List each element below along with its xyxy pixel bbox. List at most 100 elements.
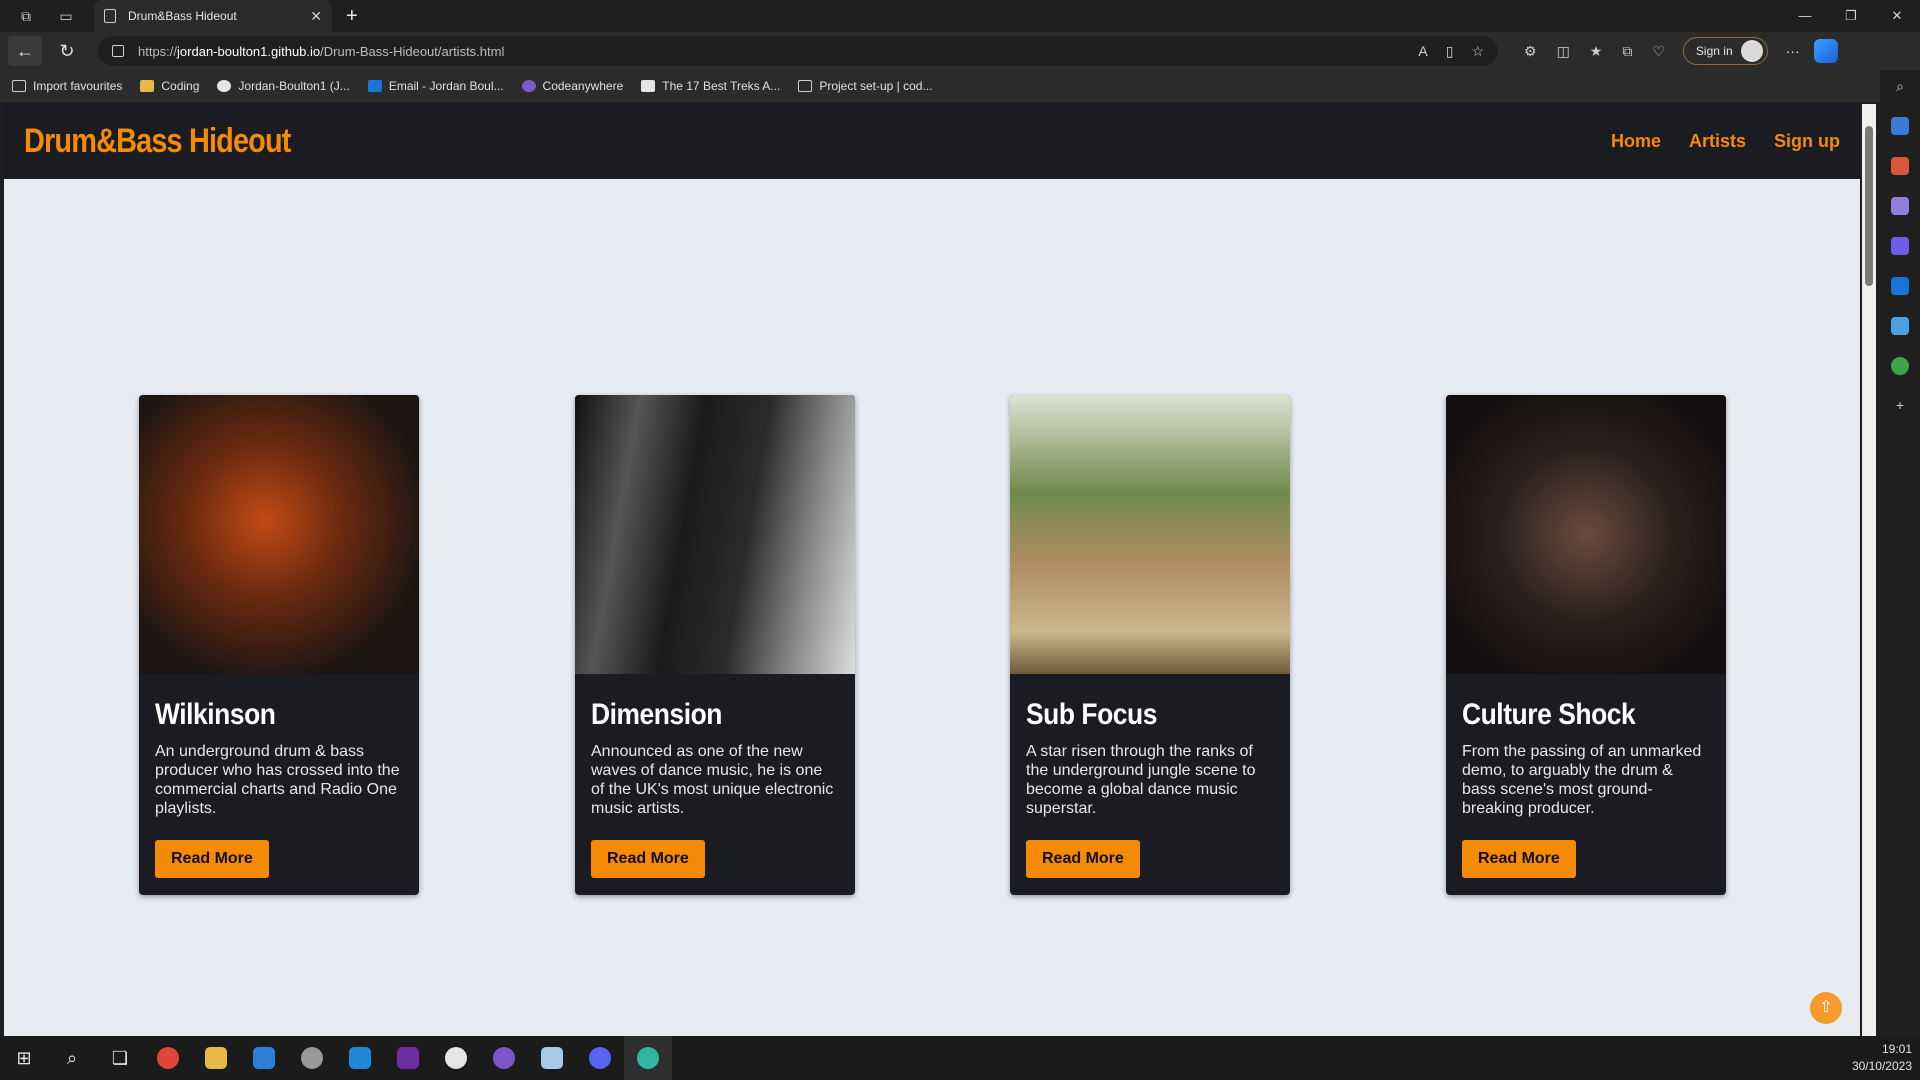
read-more-button[interactable]: Read More xyxy=(1462,840,1576,878)
artist-photo xyxy=(139,395,419,674)
close-tab-icon[interactable]: ✕ xyxy=(310,8,322,25)
site-nav: Home Artists Sign up xyxy=(1611,131,1840,152)
collections-icon[interactable]: ⧉ xyxy=(1622,43,1632,60)
bookmark-item[interactable]: Email - Jordan Boul... xyxy=(367,79,504,93)
nzxt-icon[interactable] xyxy=(384,1036,432,1080)
tab-actions-icon[interactable]: ▭ xyxy=(52,2,80,30)
task-view-icon[interactable]: ❏ xyxy=(96,1036,144,1080)
minimize-icon[interactable]: — xyxy=(1782,8,1828,24)
browser-tab-active[interactable]: Drum&Bass Hideout ✕ xyxy=(94,0,332,32)
read-more-button[interactable]: Read More xyxy=(591,840,705,878)
doc-icon xyxy=(798,80,813,92)
bookmark-item[interactable]: Coding xyxy=(140,79,199,93)
extensions-icon[interactable]: ⚙ xyxy=(1524,43,1537,60)
artist-name: Dimension xyxy=(591,698,722,731)
tab-title: Drum&Bass Hideout xyxy=(128,9,237,23)
bookmark-item[interactable]: Jordan-Boulton1 (J... xyxy=(217,79,350,93)
page-icon xyxy=(641,80,656,92)
folder-app-shape xyxy=(205,1047,227,1069)
nav-link-home[interactable]: Home xyxy=(1611,131,1661,152)
github-icon xyxy=(217,80,232,92)
scrollbar-thumb[interactable] xyxy=(1865,126,1873,286)
bookmarks-bar: Import favourites Coding Jordan-Boulton1… xyxy=(0,70,1920,102)
lock-icon[interactable] xyxy=(112,45,124,57)
tools-icon[interactable] xyxy=(1891,157,1909,175)
page-scrollbar[interactable] xyxy=(1862,104,1876,1036)
scroll-to-top-icon[interactable]: ⇧ xyxy=(1810,992,1842,1024)
nav-link-sign-up[interactable]: Sign up xyxy=(1774,131,1840,152)
tree-icon[interactable] xyxy=(1891,357,1909,375)
artist-photo xyxy=(575,395,855,674)
search-icon[interactable]: ⌕ xyxy=(1896,78,1904,95)
workspaces-icon[interactable]: ⧉ xyxy=(12,2,40,30)
nav-link-artists[interactable]: Artists xyxy=(1689,131,1746,152)
refresh-icon[interactable]: ↻ xyxy=(50,36,84,66)
page-viewport: Drum&Bass Hideout Home Artists Sign up W… xyxy=(4,104,1860,1036)
games-icon[interactable] xyxy=(1891,197,1909,215)
shopping-tag-icon[interactable] xyxy=(1891,117,1909,135)
more-options-icon[interactable]: ··· xyxy=(1786,43,1800,59)
notes-icon[interactable] xyxy=(528,1036,576,1080)
artist-card: Dimension Announced as one of the new wa… xyxy=(575,395,855,895)
store-app-shape xyxy=(253,1047,275,1069)
taskbar: ⊞ ⌕ ❏ 19:01 30/10/2023 xyxy=(0,1036,1920,1080)
artist-name: Wilkinson xyxy=(155,698,276,731)
github-desktop-icon[interactable] xyxy=(480,1036,528,1080)
site-logo[interactable]: Drum&Bass Hideout xyxy=(24,122,291,161)
file-explorer-icon[interactable] xyxy=(192,1036,240,1080)
favourites-icon[interactable]: ★ xyxy=(1590,43,1603,60)
add-icon[interactable]: + xyxy=(1896,397,1904,413)
folder-icon xyxy=(140,80,155,92)
bookmark-item[interactable]: The 17 Best Treks A... xyxy=(641,79,780,93)
system-clock[interactable]: 19:01 30/10/2023 xyxy=(1852,1041,1912,1075)
outlook-sidebar-icon[interactable] xyxy=(1891,277,1909,295)
vscode-icon[interactable] xyxy=(336,1036,384,1080)
address-input[interactable]: https://jordan-boulton1.github.io/Drum-B… xyxy=(98,36,1498,66)
app-icon[interactable] xyxy=(288,1036,336,1080)
chrome-icon[interactable] xyxy=(144,1036,192,1080)
artist-description: A star risen through the ranks of the un… xyxy=(1026,743,1256,817)
copilot-icon[interactable] xyxy=(1813,39,1838,63)
read-more-button[interactable]: Read More xyxy=(1026,840,1140,878)
back-icon[interactable]: ← xyxy=(8,36,42,66)
clock-date: 30/10/2023 xyxy=(1851,1059,1912,1073)
read-aloud-icon[interactable]: A xyxy=(1418,43,1427,60)
favourite-star-icon[interactable]: ☆ xyxy=(1471,43,1484,60)
browser-essentials-icon[interactable]: ♡ xyxy=(1652,43,1665,60)
clock-time: 19:01 xyxy=(1881,1042,1912,1056)
bookmark-item[interactable]: Import favourites xyxy=(12,79,122,93)
artist-photo xyxy=(1446,395,1726,674)
restore-icon[interactable]: ❐ xyxy=(1828,8,1874,24)
sign-in-button[interactable]: Sign in xyxy=(1682,37,1768,65)
artist-description: Announced as one of the new waves of dan… xyxy=(591,743,834,817)
edge-icon[interactable] xyxy=(624,1036,672,1080)
github-app-shape xyxy=(493,1047,515,1069)
app-shape xyxy=(301,1047,323,1069)
copilot-sidebar-icon[interactable] xyxy=(1891,237,1909,255)
discord-icon[interactable] xyxy=(576,1036,624,1080)
bookmark-item[interactable]: Codeanywhere xyxy=(521,79,623,93)
slack-app-shape xyxy=(445,1047,467,1069)
windows-start-icon[interactable]: ⊞ xyxy=(0,1036,48,1080)
codeanywhere-icon xyxy=(521,80,536,92)
window-controls: — ❐ ✕ xyxy=(1782,8,1920,24)
artist-description: From the passing of an unmarked demo, to… xyxy=(1462,743,1702,817)
store-icon[interactable] xyxy=(240,1036,288,1080)
artist-name: Sub Focus xyxy=(1026,698,1157,731)
browser-tab-strip: ⧉ ▭ Drum&Bass Hideout ✕ + — ❐ ✕ xyxy=(0,0,1920,32)
split-screen-icon[interactable]: ◫ xyxy=(1557,43,1570,60)
artist-card: Sub Focus A star risen through the ranks… xyxy=(1010,395,1290,895)
slack-icon[interactable] xyxy=(432,1036,480,1080)
new-tab-icon[interactable]: + xyxy=(346,5,358,28)
url-text: https://jordan-boulton1.github.io/Drum-B… xyxy=(138,43,505,59)
immersive-reader-icon[interactable]: ▯ xyxy=(1446,43,1454,60)
send-icon[interactable] xyxy=(1891,317,1909,335)
search-taskbar-icon[interactable]: ⌕ xyxy=(48,1036,96,1080)
vscode-app-shape xyxy=(349,1047,371,1069)
address-toolbar: ← ↻ https://jordan-boulton1.github.io/Dr… xyxy=(0,32,1920,70)
artist-name: Culture Shock xyxy=(1462,698,1636,731)
read-more-button[interactable]: Read More xyxy=(155,840,269,878)
bookmark-item[interactable]: Project set-up | cod... xyxy=(798,79,932,93)
nzxt-app-shape xyxy=(397,1047,419,1069)
close-window-icon[interactable]: ✕ xyxy=(1874,8,1920,24)
